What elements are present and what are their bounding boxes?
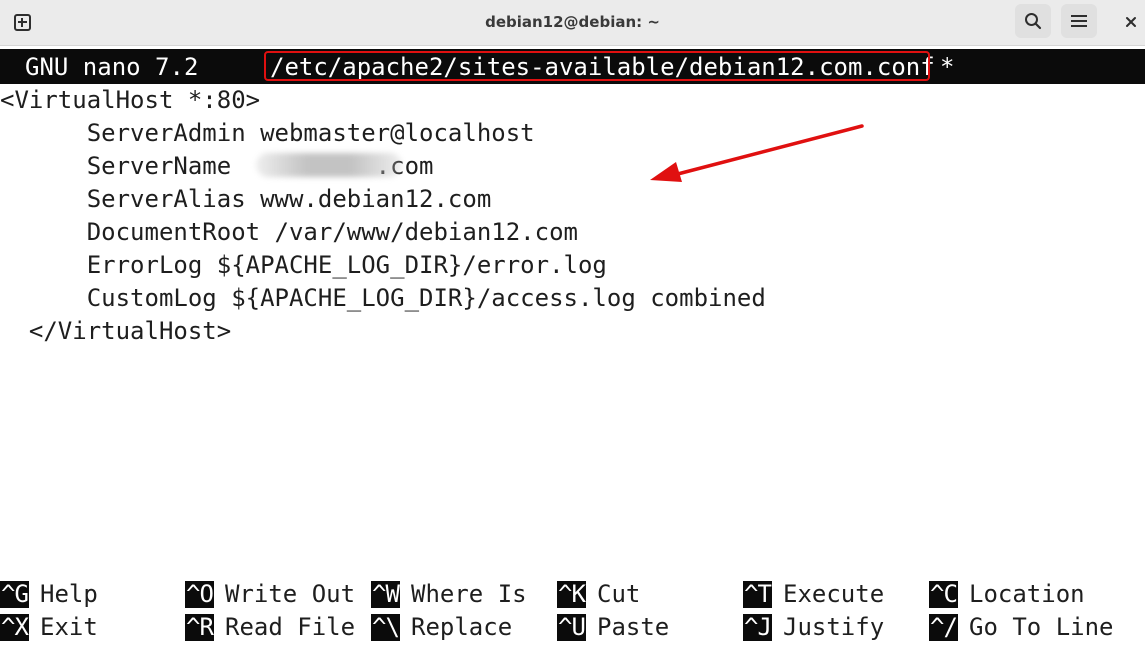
shortcut-label: Help: [40, 580, 98, 608]
shortcut-label: Location: [969, 580, 1085, 608]
shortcut-label: Exit: [40, 613, 98, 641]
shortcut-justify: ^J Justify: [743, 611, 884, 644]
code-line[interactable]: ServerAdmin webmaster@localhost: [0, 117, 535, 150]
shortcut-replace: ^\ Replace: [371, 611, 512, 644]
close-button[interactable]: [1120, 10, 1142, 34]
filename-highlight-box: [264, 51, 930, 81]
nano-version: GNU nano 7.2: [25, 53, 199, 81]
shortcut-help: ^G Help: [0, 578, 98, 611]
title-bar: debian12@debian: ~: [0, 0, 1145, 46]
shortcut-go-to-line: ^/ Go To Line: [929, 611, 1114, 644]
menu-button[interactable]: [1061, 4, 1097, 38]
terminal-window: debian12@debian: ~ GNU nano 7.2 /etc/apa…: [0, 0, 1145, 648]
shortcut-key: ^/: [929, 613, 958, 641]
shortcut-label: Paste: [597, 613, 670, 641]
shortcut-label: Execute: [783, 580, 885, 608]
close-icon: [1126, 17, 1136, 27]
code-line[interactable]: <VirtualHost *:80>: [0, 84, 260, 117]
shortcut-where-is: ^W Where Is: [371, 578, 527, 611]
shortcut-location: ^C Location: [929, 578, 1085, 611]
redacted-domain-blur: [256, 153, 402, 177]
code-line[interactable]: CustomLog ${APACHE_LOG_DIR}/access.log c…: [0, 282, 766, 315]
shortcut-key: ^K: [557, 580, 586, 608]
shortcut-cut: ^K Cut: [557, 578, 644, 611]
nano-header-bar: GNU nano 7.2 /etc/apache2/sites-availabl…: [0, 49, 1145, 84]
red-arrow-annotation: [650, 124, 864, 182]
terminal-area[interactable]: GNU nano 7.2 /etc/apache2/sites-availabl…: [0, 46, 1145, 648]
shortcut-label: Replace: [411, 613, 513, 641]
shortcut-write-out: ^O Write Out: [185, 578, 355, 611]
shortcut-key: ^O: [185, 580, 214, 608]
shortcut-key: ^R: [185, 613, 214, 641]
code-line[interactable]: ErrorLog ${APACHE_LOG_DIR}/error.log: [0, 249, 607, 282]
window-title: debian12@debian: ~: [485, 13, 660, 31]
shortcut-key: ^T: [743, 580, 772, 608]
shortcut-label: Cut: [597, 580, 641, 608]
modified-indicator: *: [940, 53, 955, 81]
shortcut-key: ^W: [371, 580, 400, 608]
shortcut-paste: ^U Paste: [557, 611, 669, 644]
code-line[interactable]: DocumentRoot /var/www/debian12.com: [0, 216, 578, 249]
code-line[interactable]: ServerAlias www.debian12.com: [0, 183, 492, 216]
hamburger-menu-icon: [1071, 15, 1087, 27]
shortcut-key: ^X: [0, 613, 29, 641]
shortcut-key: ^\: [371, 613, 400, 641]
shortcut-label: Where Is: [411, 580, 527, 608]
shortcut-key: ^U: [557, 613, 586, 641]
shortcut-key: ^J: [743, 613, 772, 641]
shortcut-key: ^C: [929, 580, 958, 608]
shortcut-label: Justify: [783, 613, 885, 641]
code-line[interactable]: </VirtualHost>: [0, 315, 231, 348]
shortcut-key: ^G: [0, 580, 29, 608]
shortcut-label: Go To Line: [969, 613, 1114, 641]
shortcut-execute: ^T Execute: [743, 578, 884, 611]
search-button[interactable]: [1015, 4, 1051, 38]
shortcut-label: Write Out: [225, 580, 356, 608]
shortcut-read-file: ^R Read File: [185, 611, 355, 644]
shortcut-label: Read File: [225, 613, 356, 641]
shortcut-exit: ^X Exit: [0, 611, 98, 644]
search-icon: [1025, 13, 1042, 30]
